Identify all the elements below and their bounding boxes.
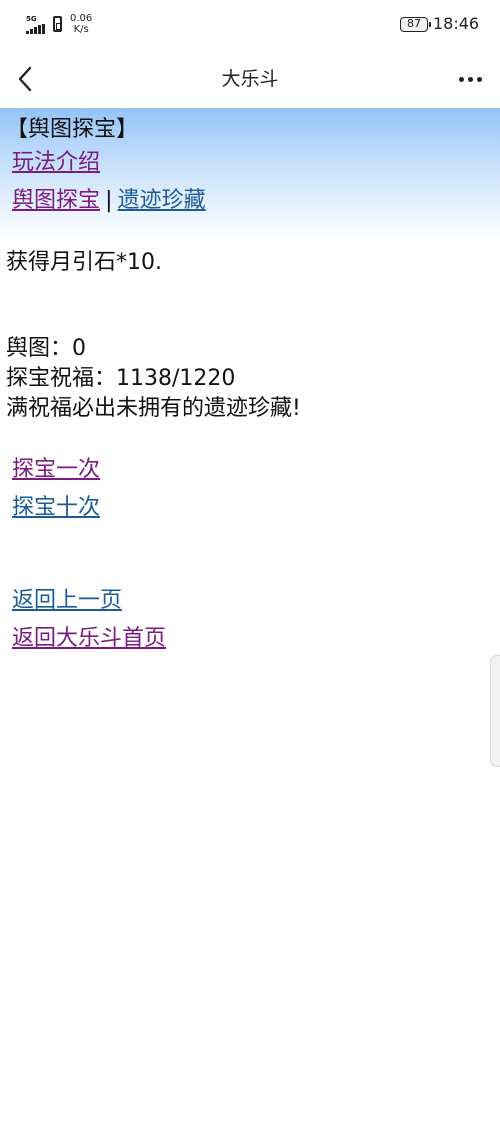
link-separator: | [105, 188, 113, 213]
status-clock: 18:46 [433, 14, 480, 33]
network-speed-value: 0.06 [70, 13, 93, 24]
section-heading: 【舆图探宝】 [6, 117, 139, 142]
scroll-handle[interactable] [490, 655, 500, 767]
network-speed: 0.06 K/s [70, 13, 92, 35]
status-bar: 5G 0.06 K/s 87 18:46 [0, 0, 500, 50]
back-prev-link[interactable]: 返回上一页 [12, 587, 122, 615]
intro-link[interactable]: 玩法介绍 [12, 149, 100, 177]
relics-link[interactable]: 遗迹珍藏 [118, 188, 206, 213]
nav-bar: 大乐斗 [0, 50, 500, 108]
battery-icon: 87 [400, 17, 431, 32]
blessing-progress: 探宝祝福：1138/1220 [6, 366, 236, 391]
sim-card-icon [53, 16, 62, 32]
tab-links: 舆图探宝 | 遗迹珍藏 [12, 187, 206, 215]
back-home-link[interactable]: 返回大乐斗首页 [12, 625, 166, 653]
search-once-link[interactable]: 探宝一次 [12, 456, 100, 484]
page-title: 大乐斗 [221, 68, 279, 90]
chevron-left-icon[interactable] [14, 64, 38, 94]
network-type-label: 5G [26, 15, 37, 23]
blessing-note: 满祝福必出未拥有的遗迹珍藏! [6, 396, 301, 421]
search-ten-link[interactable]: 探宝十次 [12, 494, 100, 522]
result-message: 获得月引石*10. [6, 250, 162, 275]
more-horizontal-icon[interactable] [456, 74, 486, 86]
page-content: 【舆图探宝】 玩法介绍 舆图探宝 | 遗迹珍藏 获得月引石*10. 舆图：0 探… [0, 108, 500, 1139]
map-count: 舆图：0 [6, 336, 86, 361]
network-speed-unit: K/s [73, 24, 89, 35]
treasure-map-link[interactable]: 舆图探宝 [12, 188, 100, 213]
